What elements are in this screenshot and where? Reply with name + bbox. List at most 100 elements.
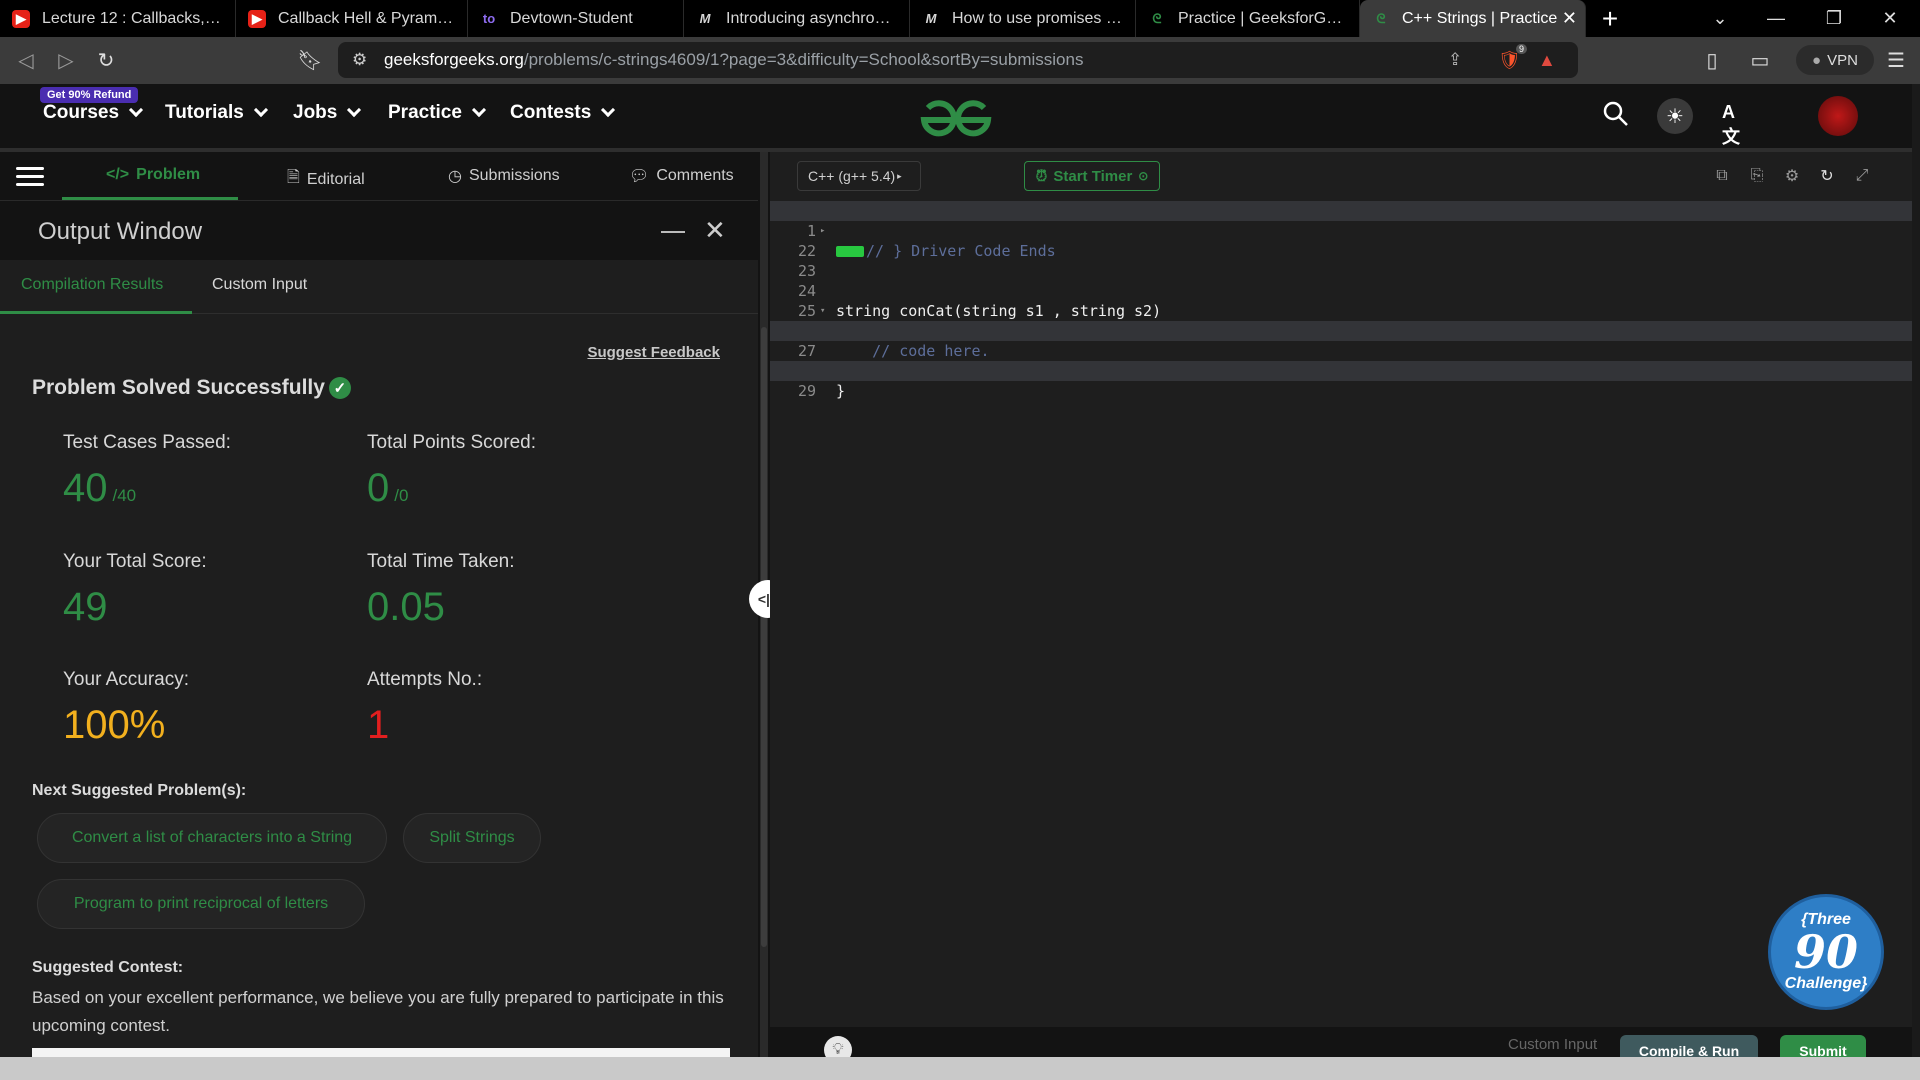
- minimize-output-icon[interactable]: [661, 231, 685, 233]
- suggest-feedback-link[interactable]: Suggest Feedback: [587, 344, 720, 361]
- page-scrollbar[interactable]: [1912, 84, 1920, 1057]
- stat-label: Attempts No.:: [367, 669, 483, 690]
- browser-tab-strip: ▶ Lecture 12 : Callbacks, Prom ▶ Callbac…: [0, 0, 1920, 37]
- gfg-logo[interactable]: [918, 98, 994, 138]
- search-icon[interactable]: [1602, 100, 1632, 130]
- browser-tab-active[interactable]: ᘓ C++ Strings | Practice ✕: [1360, 0, 1586, 37]
- custom-input-button[interactable]: Custom Input: [1508, 1036, 1597, 1053]
- stat-value: 1: [367, 703, 390, 747]
- site-info-icon[interactable]: ⚙: [352, 50, 367, 70]
- horizontal-scrollbar[interactable]: [0, 1057, 1920, 1080]
- browser-tab[interactable]: ▶ Lecture 12 : Callbacks, Prom: [0, 0, 236, 37]
- code-line: 29: [770, 361, 1912, 401]
- nav-label: Contests: [510, 102, 592, 123]
- theme-toggle-icon[interactable]: ☀: [1657, 98, 1693, 134]
- tab-submissions[interactable]: ◷ Submissions: [448, 166, 560, 186]
- tab-compilation-results[interactable]: Compilation Results: [21, 276, 163, 294]
- caret-icon: ▸: [897, 170, 902, 181]
- sidebar-toggle-icon[interactable]: ▯: [1692, 41, 1732, 81]
- stat-test-cases: Test Cases Passed: 40/40: [63, 432, 231, 511]
- hamburger-menu-icon[interactable]: [16, 162, 44, 191]
- code-editor[interactable]: 1 ▸ // } Driver Code Ends 22 23 24 string…: [770, 201, 1912, 1027]
- address-bar-row: ◁ ▷ ↻ 🔖︎ ⚙ geeksforgeeks.org/problems/c-…: [0, 37, 1920, 84]
- close-output-icon[interactable]: ✕: [704, 215, 726, 246]
- clock-icon: ◷: [448, 168, 462, 185]
- language-select[interactable]: C++ (g++ 5.4) ▸: [797, 161, 921, 191]
- mdn-icon: M: [925, 11, 937, 26]
- translate-icon[interactable]: A文: [1722, 102, 1748, 147]
- stat-value: 0/0: [367, 466, 536, 511]
- refund-badge: Get 90% Refund: [40, 87, 139, 103]
- browser-tab[interactable]: M Introducing asynchronous J: [684, 0, 910, 37]
- output-window: Output Window ✕ Compilation Results Cust…: [0, 200, 758, 1057]
- tab-editorial[interactable]: 🗎 Editorial: [287, 166, 365, 193]
- 90-day-challenge-badge[interactable]: {Three 90 Challenge}: [1768, 894, 1884, 1010]
- language-label: C++ (g++ 5.4): [808, 168, 896, 184]
- browser-tab[interactable]: ᘓ Practice | GeeksforGeeks | A: [1136, 0, 1360, 37]
- start-timer-button[interactable]: ⏰︎ Start Timer ⊙: [1024, 161, 1160, 191]
- active-output-tab-indicator: [0, 311, 192, 314]
- stat-value: 0.05: [367, 585, 445, 629]
- fullscreen-icon[interactable]: ⤢: [1852, 166, 1872, 186]
- export-icon[interactable]: ⎘: [1747, 166, 1767, 186]
- status-text: Problem Solved Successfully: [32, 376, 325, 399]
- vpn-button[interactable]: ● VPN: [1796, 45, 1874, 75]
- problem-subtabs: </> Problem 🗎 Editorial ◷ Submissions 💬︎ Com…: [0, 152, 768, 200]
- tab-custom-input[interactable]: Custom Input: [212, 276, 307, 294]
- output-title: Output Window: [38, 218, 203, 245]
- site-navbar: Get 90% Refund Courses Tutorials Jobs Pr…: [0, 84, 1920, 148]
- close-tab-icon[interactable]: ✕: [1562, 8, 1577, 29]
- scrollbar-thumb[interactable]: [761, 327, 767, 947]
- forward-icon[interactable]: ▷: [46, 41, 86, 81]
- settings-icon[interactable]: ⚙: [1782, 166, 1802, 186]
- editor-toolbar: C++ (g++ 5.4) ▸ ⏰︎ Start Timer ⊙ ⧉ ⎘ ⚙ ↻ ⤢: [770, 152, 1920, 201]
- wallet-icon[interactable]: ▭: [1740, 41, 1780, 81]
- contest-card-edge[interactable]: [32, 1048, 730, 1057]
- tab-label: Submissions: [468, 167, 560, 184]
- code-line-active: 27 return s1 + s2;: [770, 321, 1912, 380]
- tab-problem[interactable]: </> Problem: [106, 166, 200, 184]
- menu-icon[interactable]: ☰: [1876, 41, 1916, 81]
- gfg-icon: ᘓ: [1152, 10, 1162, 26]
- restore-button[interactable]: ❐: [1806, 0, 1862, 37]
- nav-label: Jobs: [293, 102, 338, 123]
- copy-icon[interactable]: ⧉: [1712, 166, 1732, 186]
- nav-courses[interactable]: Courses: [43, 102, 144, 124]
- nav-tutorials[interactable]: Tutorials: [165, 102, 268, 124]
- stat-points: Total Points Scored: 0/0: [367, 432, 536, 511]
- reset-icon[interactable]: ↻: [1817, 166, 1837, 186]
- stat-label: Your Accuracy:: [63, 669, 190, 690]
- stat-label: Your Total Score:: [63, 551, 207, 572]
- browser-tab[interactable]: M How to use promises - Lea: [910, 0, 1136, 37]
- brave-shield-count: 9: [1516, 44, 1528, 54]
- suggested-problem-chip[interactable]: Program to print reciprocal of letters: [37, 879, 365, 929]
- back-icon[interactable]: ◁: [6, 41, 46, 81]
- suggested-problem-chip[interactable]: Split Strings: [403, 813, 541, 863]
- code-line: 28 }: [770, 341, 1912, 400]
- nav-contests[interactable]: Contests: [510, 102, 616, 124]
- chevron-down-icon: [128, 102, 144, 118]
- tab-search-icon[interactable]: ⌄: [1692, 0, 1748, 37]
- suggested-problem-chip[interactable]: Convert a list of characters into a Stri…: [37, 813, 387, 863]
- brave-rewards-icon[interactable]: ▲: [1538, 50, 1556, 71]
- stat-time-taken: Total Time Taken: 0.05: [367, 551, 515, 630]
- nav-jobs[interactable]: Jobs: [293, 102, 362, 124]
- minimize-button[interactable]: —: [1748, 0, 1804, 37]
- bookmark-icon[interactable]: 🔖︎: [290, 41, 330, 81]
- browser-tab[interactable]: to Devtown-Student: [468, 0, 684, 37]
- url-host: geeksforgeeks.org: [384, 50, 524, 69]
- share-icon[interactable]: ⇪: [1448, 50, 1462, 70]
- new-tab-button[interactable]: +: [1586, 0, 1634, 37]
- close-window-button[interactable]: ✕: [1862, 0, 1918, 37]
- avatar[interactable]: [1818, 96, 1858, 136]
- next-suggested-heading: Next Suggested Problem(s):: [32, 782, 247, 799]
- code-line: 1 ▸ // } Driver Code Ends: [770, 201, 1912, 260]
- browser-tab[interactable]: ▶ Callback Hell & Pyramid of: [236, 0, 468, 37]
- url-field[interactable]: ⚙ geeksforgeeks.org/problems/c-strings46…: [338, 42, 1578, 78]
- reload-icon[interactable]: ↻: [86, 41, 126, 81]
- stat-accuracy: Your Accuracy: 100%: [63, 669, 189, 748]
- tab-title: Devtown-Student: [510, 9, 633, 27]
- tab-comments[interactable]: 💬︎ Comments: [629, 166, 734, 186]
- nav-practice[interactable]: Practice: [388, 102, 487, 124]
- document-icon: 🗎: [287, 169, 300, 186]
